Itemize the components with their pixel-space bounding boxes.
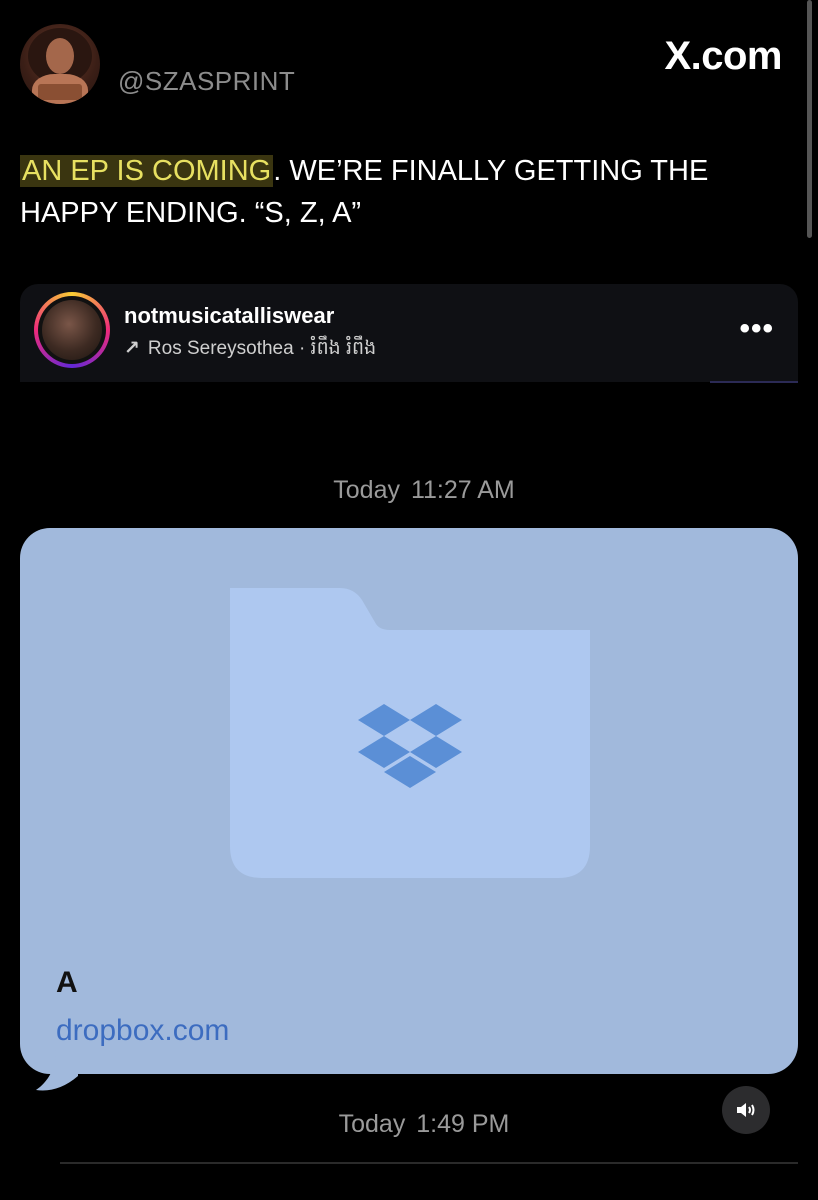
file-title: A — [56, 966, 78, 999]
message-timestamp: Today 11:27 AM — [333, 476, 515, 504]
brand-logo: X.com — [664, 34, 782, 78]
more-options-icon[interactable]: ••• — [739, 312, 774, 346]
message-timestamp-2: Today 1:49 PM — [338, 1110, 510, 1138]
progress-line — [710, 381, 798, 383]
arrow-icon: ↗ — [124, 338, 140, 359]
instagram-avatar[interactable] — [34, 292, 110, 368]
divider — [60, 1162, 798, 1164]
highlighted-text: AN EP IS COMING — [20, 155, 274, 187]
user-handle[interactable]: @SZASPRINT — [118, 66, 295, 97]
instagram-audio[interactable]: ↗ Ros Sereysothea · រំពឹង រំពឹង — [124, 336, 376, 364]
file-link[interactable]: dropbox.com — [56, 1014, 229, 1048]
instagram-username[interactable]: notmusicatalliswear — [124, 303, 334, 329]
post-text: AN EP IS COMING. WE’RE FINALLY GETTING T… — [20, 150, 780, 234]
folder-icon — [230, 588, 590, 878]
bubble-tail — [36, 1050, 78, 1091]
scrollbar[interactable] — [807, 0, 812, 238]
profile-avatar[interactable] — [20, 24, 100, 104]
instagram-header — [20, 284, 798, 382]
audio-label: Ros Sereysothea · រំពឹង រំពឹង — [147, 338, 377, 359]
